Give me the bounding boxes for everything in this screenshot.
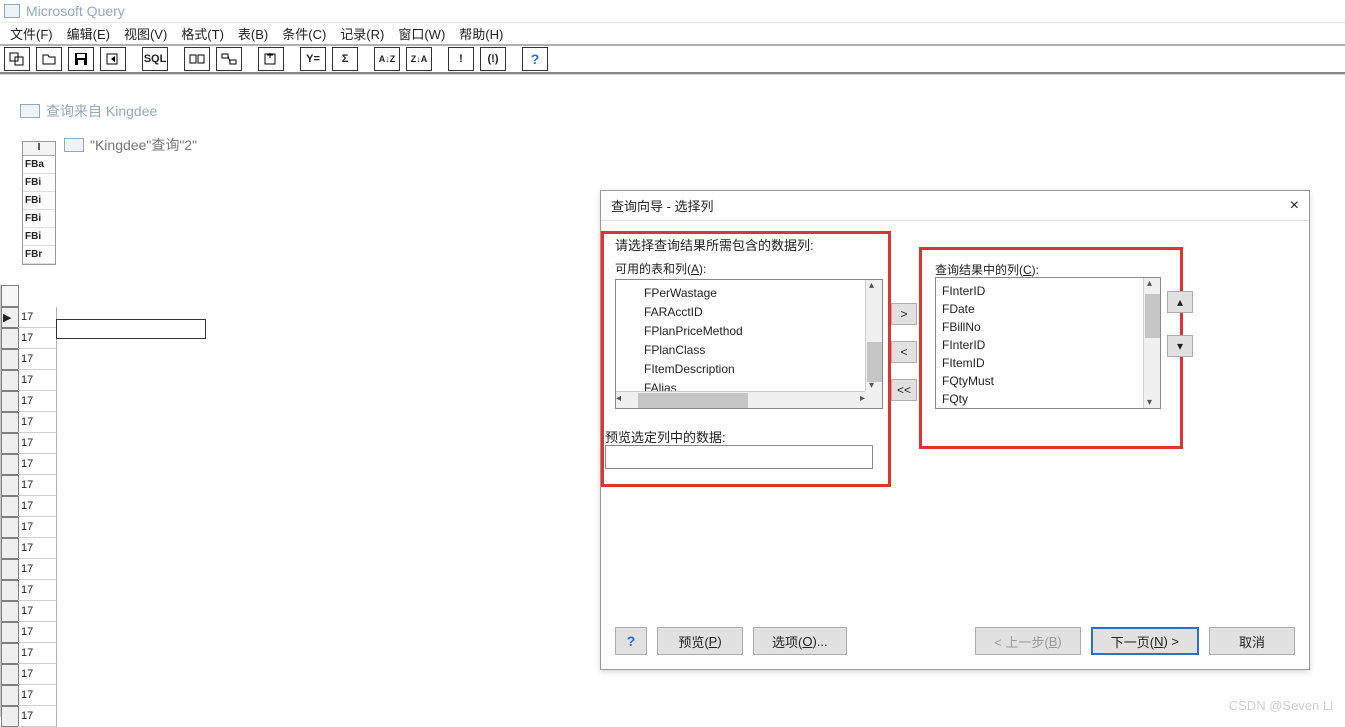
list-item[interactable]: FDate (936, 300, 1160, 318)
show-criteria-icon[interactable] (216, 47, 242, 71)
mdi-icon (64, 138, 84, 152)
mdi-icon (20, 104, 40, 118)
menu-table[interactable]: 表(B) (238, 24, 268, 43)
mdi-window-2[interactable]: "Kingdee"查询"2" (64, 135, 197, 155)
query-now-icon[interactable]: ! (448, 47, 474, 71)
mdi-window-1[interactable]: 查询来自 Kingdee (20, 101, 157, 121)
list-item[interactable]: FItemID (936, 354, 1160, 372)
list-item[interactable]: FInterID (936, 282, 1160, 300)
dialog-prompt: 请选择查询结果所需包含的数据列: (615, 235, 1295, 254)
sql-button[interactable]: SQL (142, 47, 168, 71)
scrollbar-vertical[interactable] (865, 280, 882, 391)
scrollbar-horizontal[interactable] (616, 391, 865, 408)
list-item[interactable]: FQtyMust (936, 372, 1160, 390)
cancel-button[interactable]: 取消 (1209, 627, 1295, 655)
menu-bar: 文件(F) 编辑(E) 视图(V) 格式(T) 表(B) 条件(C) 记录(R)… (0, 22, 1345, 44)
selected-listbox[interactable]: FInterID FDate FBillNo FInterID FItemID … (935, 277, 1161, 409)
app-icon (4, 4, 20, 18)
query-wizard-dialog: 查询向导 - 选择列 × 请选择查询结果所需包含的数据列: 可用的表和列(A):… (600, 190, 1310, 670)
list-item[interactable]: FInterID (936, 336, 1160, 354)
scrollbar-vertical[interactable] (1143, 278, 1160, 408)
list-item[interactable]: FItemDescription (616, 360, 882, 379)
menu-criteria[interactable]: 条件(C) (282, 24, 326, 43)
save-icon[interactable] (68, 47, 94, 71)
open-icon[interactable] (36, 47, 62, 71)
return-data-icon[interactable] (100, 47, 126, 71)
preview-label: 预览选定列中的数据: (605, 427, 726, 446)
list-item[interactable]: FPlanPriceMethod (616, 322, 882, 341)
title-bar: Microsoft Query (0, 0, 1345, 22)
new-query-icon[interactable] (4, 47, 30, 71)
close-icon[interactable]: × (1290, 197, 1299, 215)
list-item[interactable]: FBillNo (936, 318, 1160, 336)
back-button: < 上一步(B) (975, 627, 1081, 655)
menu-help[interactable]: 帮助(H) (459, 24, 503, 43)
preview-box (605, 445, 873, 469)
list-item[interactable]: FPlanClass (616, 341, 882, 360)
remove-column-button[interactable]: < (891, 341, 917, 363)
field-list-header: I (23, 142, 55, 156)
selected-label: 查询结果中的列(C): (935, 261, 1039, 278)
totals-icon[interactable]: Σ (332, 47, 358, 71)
help-button[interactable]: ? (615, 627, 647, 655)
list-item[interactable]: FQty (936, 390, 1160, 408)
show-tables-icon[interactable] (184, 47, 210, 71)
auto-query-icon[interactable]: (!) (480, 47, 506, 71)
menu-view[interactable]: 视图(V) (124, 24, 167, 43)
add-column-button[interactable]: > (891, 303, 917, 325)
next-button[interactable]: 下一页(N) > (1091, 627, 1199, 655)
add-table-icon[interactable] (258, 47, 284, 71)
field-list-box[interactable]: I FBa FBi FBi FBi FBi FBr (22, 141, 56, 265)
remove-all-button[interactable]: << (891, 379, 917, 401)
available-listbox[interactable]: FPerWastage FARAcctID FPlanPriceMethod F… (615, 279, 883, 409)
options-button[interactable]: 选项(O)... (753, 627, 847, 655)
menu-window[interactable]: 窗口(W) (398, 24, 445, 43)
app-title: Microsoft Query (26, 3, 125, 19)
preview-button[interactable]: 预览(P) (657, 627, 743, 655)
list-item[interactable]: FPrice (936, 408, 1160, 409)
move-up-button[interactable]: ▴ (1167, 291, 1193, 313)
list-item[interactable]: FPerWastage (616, 284, 882, 303)
sort-asc-icon[interactable]: A↓Z (374, 47, 400, 71)
toolbar: SQL Y= Σ A↓Z Z↓A ! (!) ? (0, 44, 1345, 74)
current-row-marker: ▶ (3, 311, 11, 324)
criteria-equals-icon[interactable]: Y= (300, 47, 326, 71)
watermark: CSDN @Seven Li (1229, 698, 1333, 713)
menu-records[interactable]: 记录(R) (340, 24, 384, 43)
menu-edit[interactable]: 编辑(E) (67, 24, 110, 43)
dialog-titlebar: 查询向导 - 选择列 × (601, 191, 1309, 221)
sort-desc-icon[interactable]: Z↓A (406, 47, 432, 71)
dialog-title: 查询向导 - 选择列 (611, 196, 714, 215)
menu-format[interactable]: 格式(T) (181, 24, 224, 43)
grid-edit-cell[interactable] (56, 319, 206, 339)
move-down-button[interactable]: ▾ (1167, 335, 1193, 357)
help-icon[interactable]: ? (522, 47, 548, 71)
menu-file[interactable]: 文件(F) (10, 24, 53, 43)
list-item[interactable]: FARAcctID (616, 303, 882, 322)
